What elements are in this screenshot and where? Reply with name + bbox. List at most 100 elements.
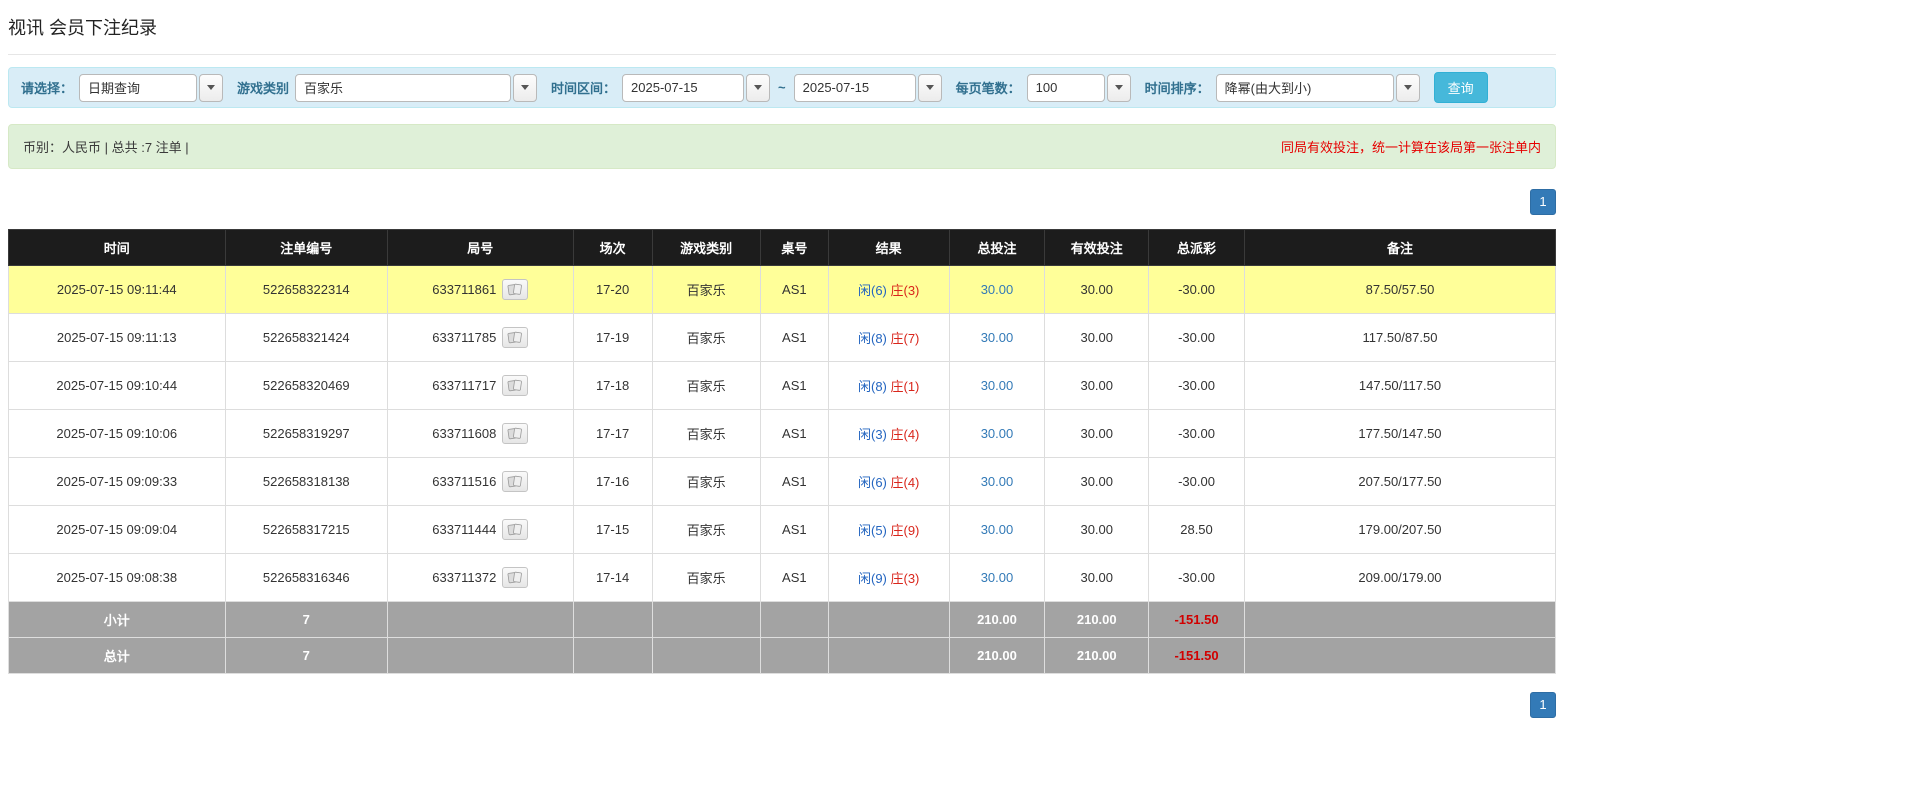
cell-valid-bet: 30.00 bbox=[1044, 553, 1150, 602]
col-header-game-type: 游戏类别 bbox=[651, 229, 761, 266]
cell-time: 2025-07-15 09:11:44 bbox=[8, 265, 226, 314]
cell-bet-id: 522658316346 bbox=[224, 553, 389, 602]
page-header: 视讯 会员下注纪录 bbox=[8, 8, 1556, 55]
cell-time: 2025-07-15 09:10:06 bbox=[8, 409, 226, 458]
round-id-text: 633711608 bbox=[432, 426, 497, 441]
table-body: 2025-07-15 09:11:44 522658322314 6337118… bbox=[8, 265, 1557, 602]
cell-total-bet: 30.00 bbox=[948, 457, 1046, 506]
cell-payout: -30.00 bbox=[1148, 553, 1245, 602]
time-sort-select[interactable]: 降幂(由大到小) bbox=[1215, 73, 1420, 102]
game-type-select[interactable]: 百家乐 bbox=[295, 73, 538, 102]
chevron-down-icon[interactable] bbox=[746, 73, 771, 102]
date-range-separator: ~ bbox=[778, 80, 786, 95]
subtotal-payout: -151.50 bbox=[1148, 601, 1245, 638]
search-button[interactable]: 查询 bbox=[1433, 72, 1488, 103]
result-player: 闲(8) bbox=[857, 379, 887, 394]
total-bet-link[interactable]: 30.00 bbox=[981, 330, 1014, 345]
page-size-label: 每页笔数： bbox=[955, 81, 1021, 96]
col-header-table-no: 桌号 bbox=[759, 229, 829, 266]
game-type-value: 百家乐 bbox=[295, 73, 512, 102]
total-bet-link[interactable]: 30.00 bbox=[981, 474, 1014, 489]
cell-note: 117.50/87.50 bbox=[1243, 313, 1557, 362]
total-bet-link[interactable]: 30.00 bbox=[981, 522, 1014, 537]
cell-payout: 28.50 bbox=[1148, 505, 1245, 554]
cell-round-id: 633711516 bbox=[387, 457, 574, 506]
cards-replay-icon[interactable] bbox=[502, 567, 529, 588]
cell-table-no: AS1 bbox=[759, 361, 829, 410]
page-button-1[interactable]: 1 bbox=[1530, 189, 1556, 215]
total-total-bet: 210.00 bbox=[948, 637, 1046, 674]
cell-session: 17-17 bbox=[572, 409, 653, 458]
date-to-input[interactable] bbox=[793, 73, 916, 102]
chevron-down-icon[interactable] bbox=[1106, 73, 1131, 102]
cell-game-type: 百家乐 bbox=[651, 313, 761, 362]
table-row: 2025-07-15 09:09:04 522658317215 6337114… bbox=[8, 505, 1557, 554]
cell-total-bet: 30.00 bbox=[948, 313, 1046, 362]
col-header-note: 备注 bbox=[1243, 229, 1557, 266]
result-banker: 庄(1) bbox=[890, 379, 920, 394]
cell-payout: -30.00 bbox=[1148, 361, 1245, 410]
result-banker: 庄(3) bbox=[890, 283, 920, 298]
cell-total-bet: 30.00 bbox=[948, 361, 1046, 410]
cell-result: 闲(8) 庄(1) bbox=[827, 361, 950, 410]
bet-records-table: 时间 注单编号 局号 场次 游戏类别 桌号 结果 总投注 有效投注 总派彩 备注… bbox=[8, 229, 1557, 674]
total-bet-link[interactable]: 30.00 bbox=[981, 426, 1014, 441]
result-banker: 庄(4) bbox=[890, 475, 920, 490]
page-container: 视讯 会员下注纪录 请选择： 日期查询 游戏类别 百家乐 时间区间： ~ 每页笔… bbox=[0, 0, 1557, 718]
chevron-down-icon[interactable] bbox=[1395, 73, 1420, 102]
cell-table-no: AS1 bbox=[759, 265, 829, 314]
cell-note: 87.50/57.50 bbox=[1243, 265, 1557, 314]
subtotal-valid-bet: 210.00 bbox=[1044, 601, 1150, 638]
col-header-payout: 总派彩 bbox=[1148, 229, 1245, 266]
cell-time: 2025-07-15 09:09:04 bbox=[8, 505, 226, 554]
chevron-down-icon[interactable] bbox=[513, 73, 538, 102]
date-to-picker[interactable] bbox=[793, 73, 942, 102]
page-size-input[interactable] bbox=[1026, 73, 1105, 102]
chevron-down-icon[interactable] bbox=[917, 73, 942, 102]
cell-valid-bet: 30.00 bbox=[1044, 457, 1150, 506]
cell-game-type: 百家乐 bbox=[651, 265, 761, 314]
chevron-down-icon[interactable] bbox=[199, 73, 224, 102]
cards-replay-icon[interactable] bbox=[502, 423, 529, 444]
cell-payout: -30.00 bbox=[1148, 457, 1245, 506]
result-player: 闲(5) bbox=[857, 523, 887, 538]
cell-session: 17-19 bbox=[572, 313, 653, 362]
total-bet-link[interactable]: 30.00 bbox=[981, 282, 1014, 297]
cards-replay-icon[interactable] bbox=[502, 519, 529, 540]
cell-note: 209.00/179.00 bbox=[1243, 553, 1557, 602]
cell-game-type: 百家乐 bbox=[651, 361, 761, 410]
round-id-text: 633711516 bbox=[432, 474, 497, 489]
cards-replay-icon[interactable] bbox=[502, 471, 529, 492]
game-type-label: 游戏类别 bbox=[237, 81, 290, 96]
cell-result: 闲(6) 庄(4) bbox=[827, 457, 950, 506]
cards-replay-icon[interactable] bbox=[502, 279, 529, 300]
table-row: 2025-07-15 09:08:38 522658316346 6337113… bbox=[8, 553, 1557, 602]
cell-note: 207.50/177.50 bbox=[1243, 457, 1557, 506]
date-from-picker[interactable] bbox=[622, 73, 771, 102]
cell-bet-id: 522658320469 bbox=[224, 361, 389, 410]
date-from-input[interactable] bbox=[622, 73, 745, 102]
cell-round-id: 633711372 bbox=[387, 553, 574, 602]
query-type-select[interactable]: 日期查询 bbox=[79, 73, 224, 102]
result-banker: 庄(9) bbox=[890, 523, 920, 538]
total-valid-bet: 210.00 bbox=[1044, 637, 1150, 674]
cards-replay-icon[interactable] bbox=[502, 327, 529, 348]
cell-bet-id: 522658318138 bbox=[224, 457, 389, 506]
time-sort-label: 时间排序： bbox=[1144, 81, 1210, 96]
cards-replay-icon[interactable] bbox=[502, 375, 529, 396]
cell-payout: -30.00 bbox=[1148, 265, 1245, 314]
total-count: 7 bbox=[224, 637, 389, 674]
cell-valid-bet: 30.00 bbox=[1044, 409, 1150, 458]
col-header-time: 时间 bbox=[8, 229, 226, 266]
page-size-select[interactable] bbox=[1026, 73, 1131, 102]
total-bet-link[interactable]: 30.00 bbox=[981, 570, 1014, 585]
cell-result: 闲(3) 庄(4) bbox=[827, 409, 950, 458]
time-sort-value: 降幂(由大到小) bbox=[1215, 73, 1394, 102]
cell-result: 闲(5) 庄(9) bbox=[827, 505, 950, 554]
page-title: 视讯 会员下注纪录 bbox=[8, 18, 158, 38]
subtotal-label: 小计 bbox=[8, 601, 226, 638]
result-banker: 庄(4) bbox=[890, 427, 920, 442]
page-button-1[interactable]: 1 bbox=[1530, 692, 1556, 718]
cell-total-bet: 30.00 bbox=[948, 265, 1046, 314]
total-bet-link[interactable]: 30.00 bbox=[981, 378, 1014, 393]
